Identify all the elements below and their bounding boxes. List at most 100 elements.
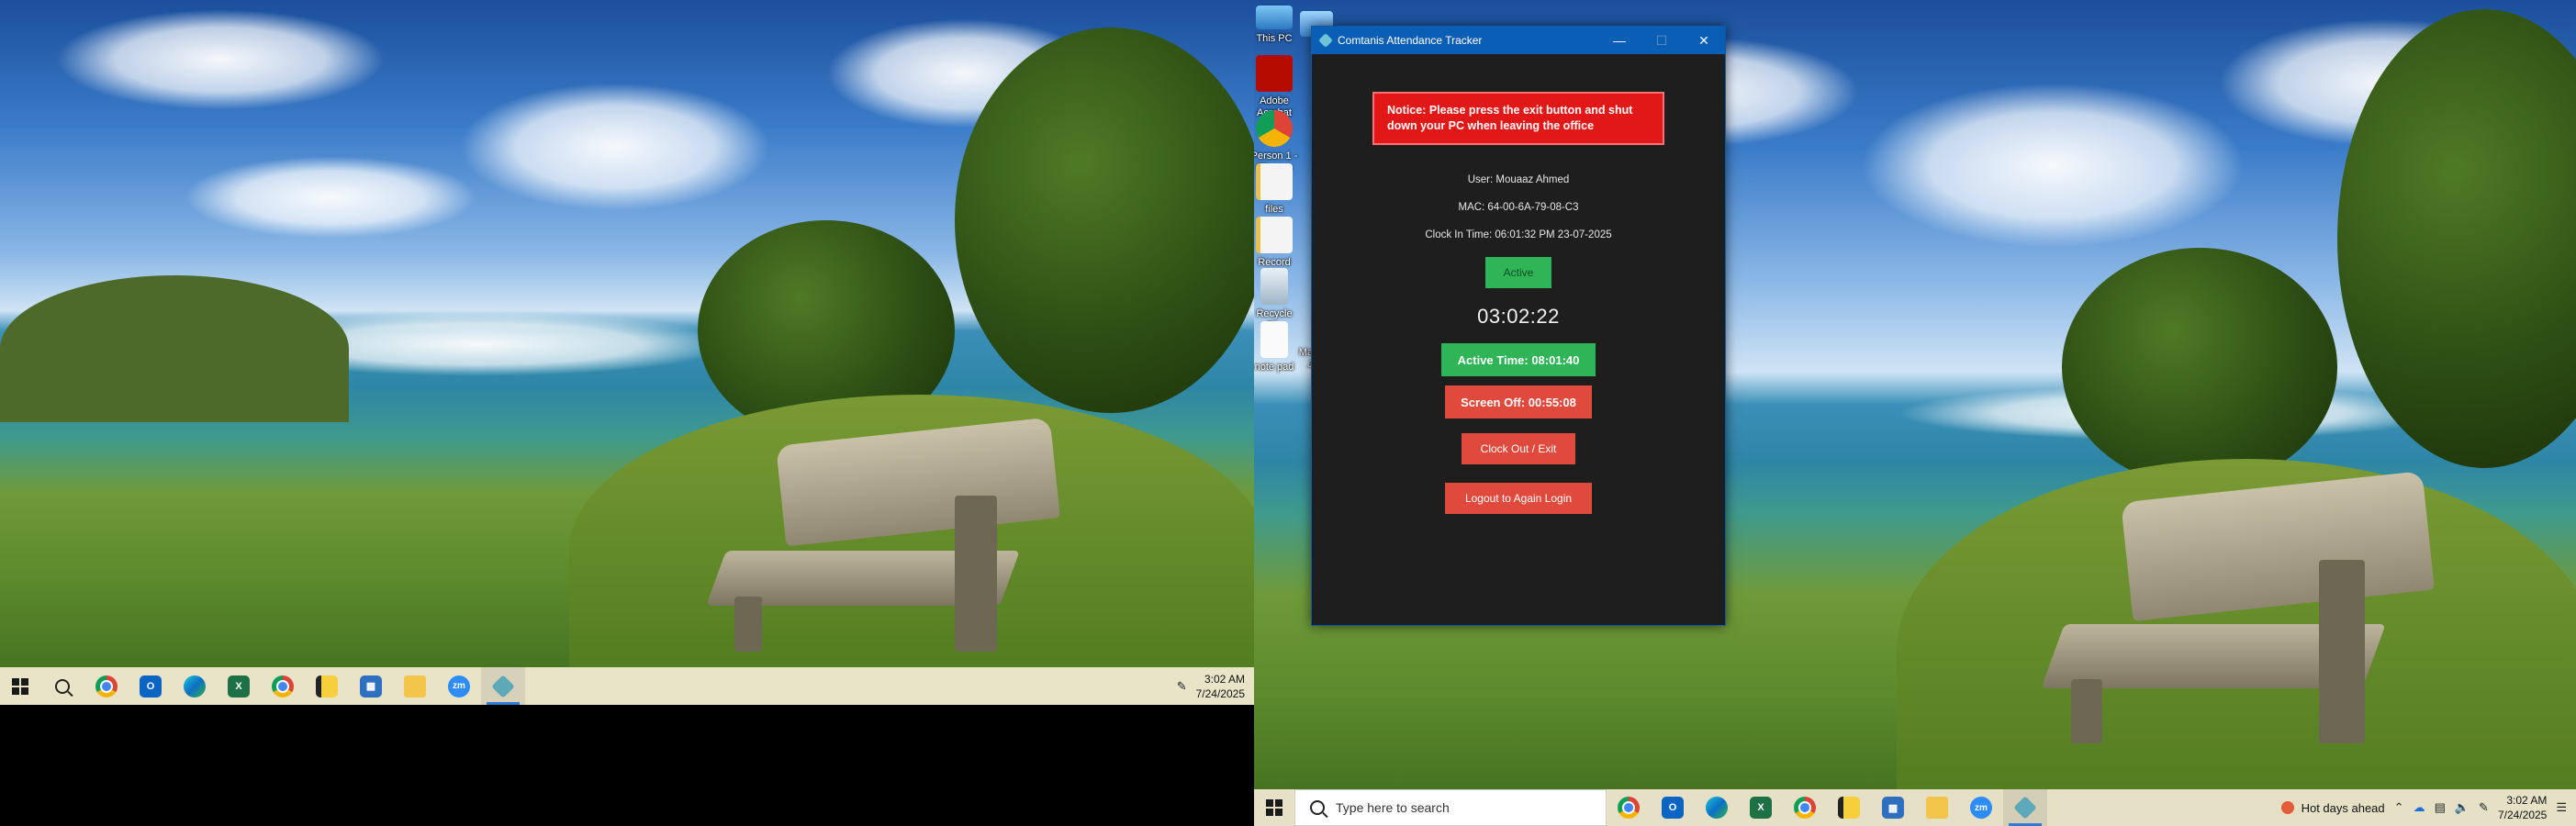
minimize-button[interactable]: —	[1598, 27, 1641, 54]
logout-button[interactable]: Logout to Again Login	[1445, 483, 1592, 514]
notepad-icon	[1260, 321, 1288, 358]
taskbar-outlook[interactable]: O	[129, 667, 173, 705]
system-tray: Hot days ahead ⌃ ☁ ▤ 🔈 ✎ 3:02 AM 7/24/20…	[2280, 789, 2576, 826]
pen-icon[interactable]: ✎	[2479, 800, 2489, 815]
taskbar-clock[interactable]: 3:02 AM 7/24/2025	[1196, 672, 1245, 701]
search-icon	[1310, 800, 1325, 815]
clock-time: 3:02 AM	[2506, 794, 2548, 807]
taskbar-chrome-profile[interactable]	[1783, 789, 1827, 826]
maximize-button[interactable]: ☐	[1641, 27, 1683, 54]
left-monitor: O X ▦ zm ✎ 3:02 AM 7/24/2025	[0, 0, 1254, 705]
recycle-bin-icon	[1260, 268, 1288, 305]
excel-icon: X	[228, 675, 250, 698]
start-button[interactable]	[0, 667, 40, 705]
folder-icon	[404, 675, 426, 698]
system-tray: ✎ 3:02 AM 7/24/2025	[1177, 667, 1254, 705]
desktop-icon-record[interactable]: Record	[1254, 217, 1300, 269]
taskbar-calculator[interactable]: ▦	[349, 667, 393, 705]
calculator-icon: ▦	[360, 675, 382, 698]
folder-icon	[1926, 797, 1948, 819]
close-button[interactable]: ✕	[1683, 27, 1725, 54]
clock-in-label: Clock In Time: 06:01:32 PM 23-07-2025	[1425, 229, 1612, 240]
desktop-wallpaper	[0, 0, 1254, 705]
taskbar-outlook[interactable]: O	[1651, 789, 1695, 826]
window-titlebar[interactable]: Comtanis Attendance Tracker — ☐ ✕	[1312, 27, 1725, 54]
desktop-icon-label: note pad	[1254, 362, 1294, 373]
notification-icon[interactable]: ☰	[2556, 800, 2567, 815]
attendance-tracker-window: Comtanis Attendance Tracker — ☐ ✕ Notice…	[1311, 26, 1726, 626]
excel-icon: X	[1750, 797, 1772, 819]
taskbar-zoom[interactable]: zm	[1959, 789, 2003, 826]
screen-off-label: Screen Off: 00:55:08	[1445, 385, 1592, 419]
search-icon	[55, 678, 70, 694]
calculator-icon: ▦	[1882, 797, 1904, 819]
tracker-icon	[2013, 796, 2037, 820]
taskbar-file-explorer[interactable]	[1915, 789, 1959, 826]
clock-date: 7/24/2025	[1195, 686, 1245, 700]
weather-text: Hot days ahead	[2301, 800, 2385, 815]
search-button[interactable]	[40, 667, 84, 705]
taskbar-excel[interactable]: X	[1739, 789, 1783, 826]
weather-widget[interactable]: Hot days ahead	[2280, 800, 2385, 815]
taskbar-tracker[interactable]	[2003, 789, 2047, 826]
windows-icon	[12, 677, 28, 695]
session-timer: 03:02:22	[1477, 305, 1560, 328]
desktop-icon-files[interactable]: files	[1254, 163, 1300, 216]
tracker-icon	[1318, 33, 1333, 48]
computer-icon	[1256, 6, 1293, 29]
chrome-icon	[272, 675, 294, 698]
chrome-icon	[1256, 110, 1293, 147]
desktop-icon-notepad[interactable]: note pad	[1254, 321, 1300, 374]
status-badge: Active	[1485, 257, 1551, 288]
taskbar-clock[interactable]: 3:02 AM 7/24/2025	[2498, 793, 2547, 822]
taskbar-file-explorer[interactable]	[393, 667, 437, 705]
clock-out-button[interactable]: Clock Out / Exit	[1462, 433, 1575, 464]
taskbar-calculator[interactable]: ▦	[1871, 789, 1915, 826]
volume-icon[interactable]: 🔈	[2455, 800, 2470, 815]
taskbar-tracker[interactable]	[481, 667, 525, 705]
clock-date: 7/24/2025	[2497, 809, 2548, 821]
window-title: Comtanis Attendance Tracker	[1338, 34, 1483, 47]
taskbar-sticky-notes[interactable]	[305, 667, 349, 705]
onedrive-icon[interactable]: ☁	[2414, 800, 2425, 815]
active-time-label: Active Time: 08:01:40	[1441, 343, 1596, 376]
clock-time: 3:02 AM	[1204, 672, 1245, 686]
taskbar-excel[interactable]: X	[217, 667, 261, 705]
user-label: User: Mouaaz Ahmed	[1467, 174, 1570, 185]
taskbar-zoom[interactable]: zm	[437, 667, 481, 705]
taskbar-chrome[interactable]	[84, 667, 129, 705]
desktop-icon-this-pc[interactable]: This PC	[1254, 6, 1300, 45]
zoom-icon: zm	[448, 675, 470, 698]
taskbar-edge[interactable]	[1695, 789, 1739, 826]
mac-label: MAC: 64-00-6A-79-08-C3	[1458, 202, 1579, 213]
taskbar-search[interactable]: Type here to search	[1294, 789, 1607, 826]
sticky-notes-icon	[1838, 797, 1860, 819]
chevron-up-icon[interactable]: ⌃	[2394, 800, 2404, 815]
outlook-icon: O	[1662, 797, 1684, 819]
weather-icon	[2280, 801, 2294, 814]
desktop-icon-label: files	[1265, 204, 1283, 215]
chrome-icon	[1794, 797, 1816, 819]
pen-icon[interactable]: ✎	[1177, 679, 1187, 694]
document-icon	[1256, 217, 1293, 253]
outlook-icon: O	[140, 675, 162, 698]
start-button[interactable]	[1254, 789, 1294, 826]
sticky-notes-icon	[316, 675, 338, 698]
windows-icon	[1266, 799, 1282, 816]
taskbar-chrome-profile[interactable]	[261, 667, 305, 705]
desktop-icon-label: This PC	[1256, 33, 1293, 44]
right-monitor: This PC Adobe Acrobat Person 1 - Chrome …	[1254, 0, 2576, 826]
notice-banner: Notice: Please press the exit button and…	[1372, 92, 1664, 145]
adobe-acrobat-icon	[1256, 55, 1293, 92]
tracker-icon	[491, 674, 515, 698]
zoom-icon: zm	[1970, 797, 1992, 819]
window-content: Notice: Please press the exit button and…	[1312, 54, 1725, 514]
left-taskbar: O X ▦ zm ✎ 3:02 AM 7/24/2025	[0, 667, 1254, 705]
taskbar-edge[interactable]	[173, 667, 217, 705]
chrome-icon	[95, 675, 118, 698]
edge-icon	[1706, 797, 1728, 819]
taskbar-chrome[interactable]	[1607, 789, 1651, 826]
network-icon[interactable]: ▤	[2435, 800, 2446, 815]
taskbar-sticky-notes[interactable]	[1827, 789, 1871, 826]
chrome-icon	[1618, 797, 1640, 819]
